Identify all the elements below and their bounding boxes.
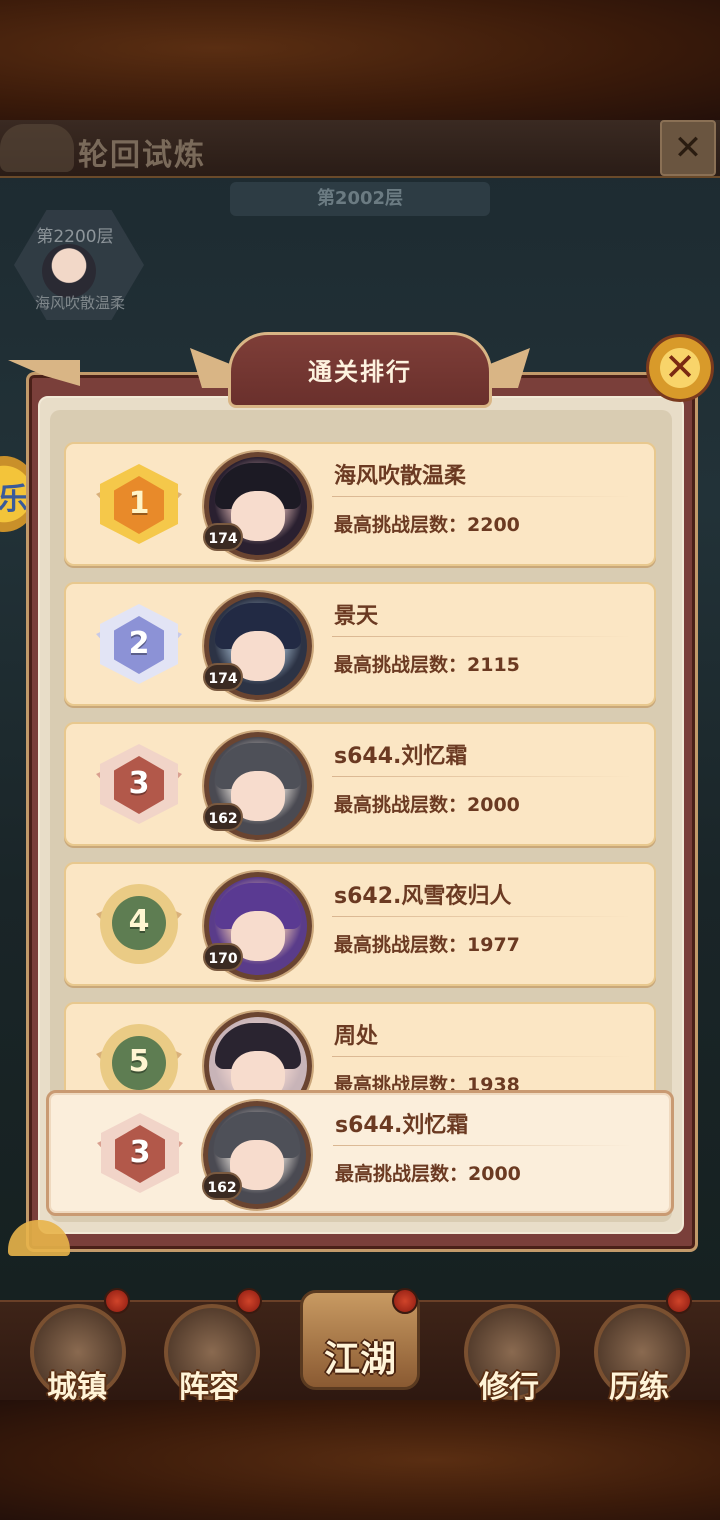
notification-dot [104,1288,130,1314]
floor-banner: 第2002层 [230,182,490,216]
level-badge: 170 [203,943,243,971]
bronze-medal-icon: 3 [97,1111,183,1197]
leaderboard-list[interactable]: 1 174 海风吹散温柔 最高挑战层数：2200 2 174 景天 最高挑战层数… [50,430,672,1090]
player-stat: 最高挑战层数：2115 [334,654,520,676]
leaderboard-row[interactable]: 3 162 s644.刘忆霜 最高挑战层数：2000 [64,722,656,846]
dialog-close-button[interactable]: ✕ [646,334,714,402]
rank-medal-icon: 4 [96,882,182,968]
rank-number: 3 [129,1135,151,1170]
cloud-icon [0,124,74,172]
avatar-icon [42,244,96,298]
player-name: s642.风雪夜归人 [334,884,512,909]
rank-medal-icon: 5 [96,1022,182,1090]
player-stat: 最高挑战层数：2000 [335,1163,521,1185]
leaderboard-row[interactable]: 5 周处 最高挑战层数：1938 [64,1002,656,1090]
avatar-icon[interactable]: 170 [203,872,312,980]
gold-medal-icon: 1 [96,462,182,548]
level-badge: 174 [203,523,243,551]
player-name: 景天 [334,604,379,629]
divider [332,636,632,637]
divider [332,916,632,917]
level-badge: 162 [202,1172,242,1200]
leaderboard-row[interactable]: 2 174 景天 最高挑战层数：2115 [64,582,656,706]
leaderboard-row[interactable]: 4 170 s642.风雪夜归人 最高挑战层数：1977 [64,862,656,986]
top-background [0,0,720,120]
dialog-title: 通关排行 [308,358,412,386]
level-badge: 174 [203,663,243,691]
bronze-medal-icon: 3 [96,742,182,828]
rank-number: 1 [128,486,150,521]
notification-dot [392,1288,418,1314]
player-stat: 最高挑战层数：1977 [334,934,520,956]
my-rank-row[interactable]: 3 162 s644.刘忆霜 最高挑战层数：2000 [46,1090,674,1216]
player-stat: 最高挑战层数：1938 [334,1074,520,1090]
player-stat: 最高挑战层数：2000 [334,794,520,816]
notification-dot [236,1288,262,1314]
nav-label-town: 城镇 [47,1370,107,1405]
leaderboard-row[interactable]: 1 174 海风吹散温柔 最高挑战层数：2200 [64,442,656,566]
rank-number: 4 [128,904,150,939]
nav-label-trials: 历练 [609,1370,669,1405]
divider [332,1056,632,1057]
top-player-floor: 第2200层 [36,227,114,247]
divider [332,776,632,777]
silver-medal-icon: 2 [96,602,182,688]
top-player-name: 海风吹散温柔 [34,294,125,312]
player-name: 海风吹散温柔 [334,464,467,489]
page-title: 轮回试炼 [78,138,206,173]
divider [332,496,632,497]
avatar-icon[interactable] [204,1012,312,1090]
avatar-icon[interactable]: 162 [202,1101,311,1209]
divider [333,1145,633,1146]
avatar-icon[interactable]: 174 [203,452,312,560]
rank-number: 3 [128,766,150,801]
side-badge-label: 乐 [0,482,28,517]
notification-dot [666,1288,692,1314]
nav-label-practice: 修行 [479,1370,539,1405]
player-stat: 最高挑战层数：2200 [334,514,520,536]
nav-label-lineup: 阵容 [179,1370,239,1405]
close-icon[interactable]: ✕ [660,120,716,176]
avatar-icon[interactable]: 174 [203,592,312,700]
rank-number: 5 [128,1044,150,1079]
player-name: 周处 [334,1024,379,1049]
bottom-background [0,1400,720,1520]
rank-number: 2 [128,626,150,661]
nav-label-jianghu: 江湖 [323,1338,396,1380]
player-name: s644.刘忆霜 [335,1113,469,1138]
level-badge: 162 [203,803,243,831]
avatar-icon[interactable]: 162 [203,732,312,840]
player-name: s644.刘忆霜 [334,744,468,769]
